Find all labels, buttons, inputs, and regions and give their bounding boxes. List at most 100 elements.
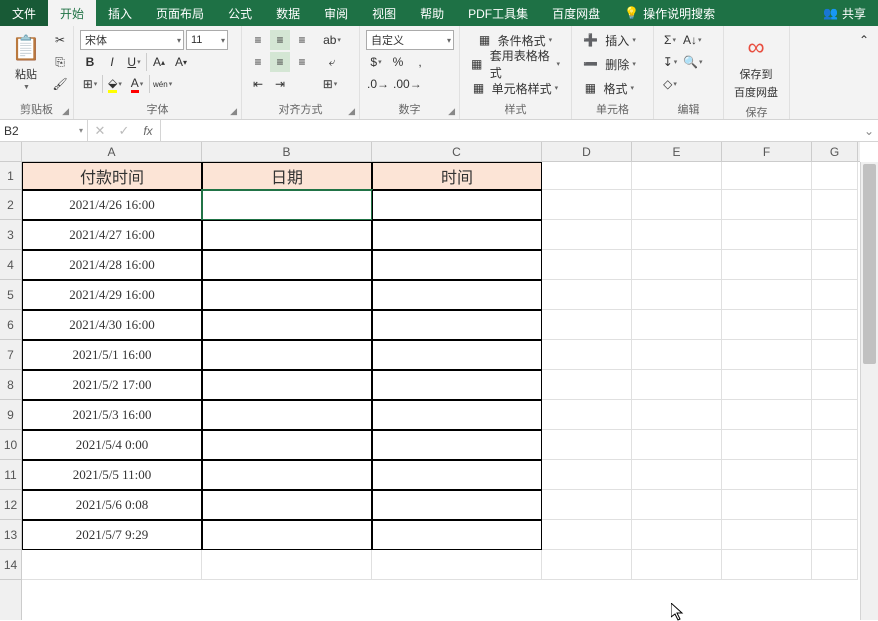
align-bottom-button[interactable]: ≡ [292, 30, 312, 50]
tab-layout[interactable]: 页面布局 [144, 0, 216, 26]
cell-C8[interactable] [372, 370, 542, 400]
column-header-F[interactable]: F [722, 142, 812, 161]
align-left-button[interactable]: ≡ [248, 52, 268, 72]
percent-button[interactable]: % [388, 52, 408, 72]
number-format-combo[interactable]: 自定义▾ [366, 30, 454, 50]
cell-C2[interactable] [372, 190, 542, 220]
cell-D10[interactable] [542, 430, 632, 460]
row-header-11[interactable]: 11 [0, 460, 21, 490]
cell-A4[interactable]: 2021/4/28 16:00 [22, 250, 202, 280]
cell-C4[interactable] [372, 250, 542, 280]
row-header-10[interactable]: 10 [0, 430, 21, 460]
cell-B9[interactable] [202, 400, 372, 430]
format-as-table-button[interactable]: ▦ 套用表格格式▾ [466, 54, 565, 74]
fill-button[interactable]: ↧▾ [660, 52, 680, 72]
column-header-C[interactable]: C [372, 142, 542, 161]
expand-formula-bar-button[interactable]: ⌄ [860, 120, 878, 141]
cell-F7[interactable] [722, 340, 812, 370]
cell-C3[interactable] [372, 220, 542, 250]
cell-A3[interactable]: 2021/4/27 16:00 [22, 220, 202, 250]
cell-G14[interactable] [812, 550, 858, 580]
column-header-D[interactable]: D [542, 142, 632, 161]
cell-E12[interactable] [632, 490, 722, 520]
cell-F5[interactable] [722, 280, 812, 310]
cell-A5[interactable]: 2021/4/29 16:00 [22, 280, 202, 310]
dialog-launcher-icon[interactable]: ◢ [448, 106, 455, 117]
tab-formula[interactable]: 公式 [216, 0, 264, 26]
wrap-text-button[interactable]: ⤶ [322, 52, 342, 72]
cell-E3[interactable] [632, 220, 722, 250]
font-shrink-button[interactable]: A▾ [171, 52, 191, 72]
cell-B3[interactable] [202, 220, 372, 250]
cell-B2[interactable] [202, 190, 372, 220]
cell-C12[interactable] [372, 490, 542, 520]
cell-C10[interactable] [372, 430, 542, 460]
cell-G11[interactable] [812, 460, 858, 490]
phonetic-button[interactable]: wén▾ [152, 74, 173, 94]
cell-C11[interactable] [372, 460, 542, 490]
cell-A1[interactable]: 付款时间 [22, 162, 202, 190]
cell-G7[interactable] [812, 340, 858, 370]
dialog-launcher-icon[interactable]: ◢ [62, 106, 69, 117]
cell-G9[interactable] [812, 400, 858, 430]
cell-D5[interactable] [542, 280, 632, 310]
tab-help[interactable]: 帮助 [408, 0, 456, 26]
tab-review[interactable]: 审阅 [312, 0, 360, 26]
enter-formula-button[interactable]: ✓ [112, 123, 136, 139]
cell-D3[interactable] [542, 220, 632, 250]
formula-input[interactable] [161, 120, 860, 141]
paste-button[interactable]: 📋 粘贴 ▼ [6, 30, 46, 93]
cell-D4[interactable] [542, 250, 632, 280]
cell-F11[interactable] [722, 460, 812, 490]
cell-A7[interactable]: 2021/5/1 16:00 [22, 340, 202, 370]
underline-button[interactable]: U▾ [124, 52, 144, 72]
cell-B5[interactable] [202, 280, 372, 310]
cell-E8[interactable] [632, 370, 722, 400]
cell-G8[interactable] [812, 370, 858, 400]
tab-insert[interactable]: 插入 [96, 0, 144, 26]
cell-F6[interactable] [722, 310, 812, 340]
row-header-2[interactable]: 2 [0, 190, 21, 220]
select-all-corner[interactable] [0, 142, 22, 162]
find-select-button[interactable]: 🔍▾ [682, 52, 703, 72]
cell-E5[interactable] [632, 280, 722, 310]
cell-E11[interactable] [632, 460, 722, 490]
cell-B11[interactable] [202, 460, 372, 490]
font-name-combo[interactable]: 宋体▾ [80, 30, 184, 50]
cell-B8[interactable] [202, 370, 372, 400]
cell-B7[interactable] [202, 340, 372, 370]
cell-D1[interactable] [542, 162, 632, 190]
row-header-14[interactable]: 14 [0, 550, 21, 580]
row-header-8[interactable]: 8 [0, 370, 21, 400]
row-header-4[interactable]: 4 [0, 250, 21, 280]
row-header-12[interactable]: 12 [0, 490, 21, 520]
cell-E2[interactable] [632, 190, 722, 220]
cell-B14[interactable] [202, 550, 372, 580]
cell-C6[interactable] [372, 310, 542, 340]
collapse-ribbon-button[interactable]: ⌃ [854, 30, 874, 50]
cell-A12[interactable]: 2021/5/6 0:08 [22, 490, 202, 520]
cell-G5[interactable] [812, 280, 858, 310]
row-header-7[interactable]: 7 [0, 340, 21, 370]
cell-A13[interactable]: 2021/5/7 9:29 [22, 520, 202, 550]
font-grow-button[interactable]: A▴ [149, 52, 169, 72]
format-cells-button[interactable]: ▦ 格式▾ [578, 78, 641, 98]
cell-A6[interactable]: 2021/4/30 16:00 [22, 310, 202, 340]
cell-G4[interactable] [812, 250, 858, 280]
tab-pdf[interactable]: PDF工具集 [456, 0, 540, 26]
cell-F8[interactable] [722, 370, 812, 400]
orientation-button[interactable]: ab▾ [322, 30, 342, 50]
cell-B12[interactable] [202, 490, 372, 520]
column-header-B[interactable]: B [202, 142, 372, 161]
cell-A11[interactable]: 2021/5/5 11:00 [22, 460, 202, 490]
row-header-13[interactable]: 13 [0, 520, 21, 550]
cell-G13[interactable] [812, 520, 858, 550]
copy-button[interactable]: ⎘ [50, 52, 70, 72]
cell-F4[interactable] [722, 250, 812, 280]
autosum-button[interactable]: Σ▾ [660, 30, 680, 50]
cell-D7[interactable] [542, 340, 632, 370]
cell-E13[interactable] [632, 520, 722, 550]
cancel-formula-button[interactable]: ✕ [88, 123, 112, 139]
cell-G6[interactable] [812, 310, 858, 340]
column-header-E[interactable]: E [632, 142, 722, 161]
